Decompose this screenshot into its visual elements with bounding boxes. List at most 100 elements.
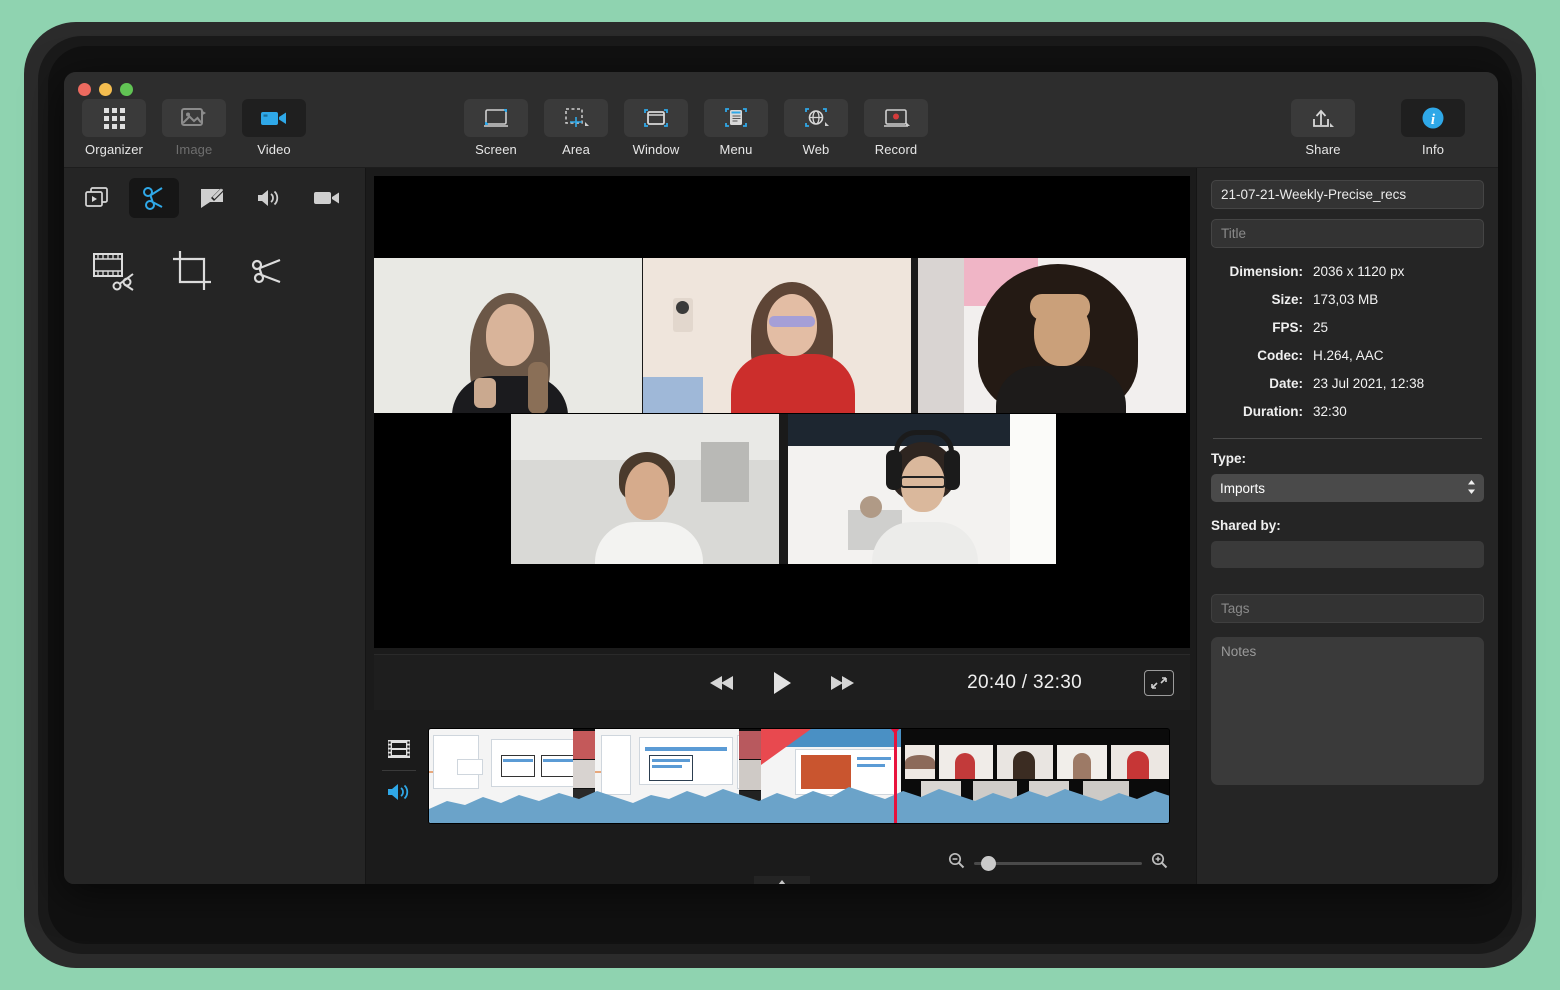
toolbar-label-web: Web xyxy=(802,142,830,157)
toolbar-item-record[interactable]: Record xyxy=(856,99,936,157)
zoom-slider[interactable] xyxy=(974,855,1142,871)
toolbar-label-screen: Screen xyxy=(475,142,517,157)
area-capture-icon xyxy=(544,99,608,137)
metadata-row: Date: 23 Jul 2021, 12:38 xyxy=(1211,370,1484,398)
metadata-value: 32:30 xyxy=(1313,404,1347,419)
crop-icon[interactable] xyxy=(154,242,230,300)
participant-tile-3 xyxy=(918,258,1186,413)
timeline-zoom-control xyxy=(948,852,1168,874)
window-controls xyxy=(78,83,133,96)
window-capture-icon xyxy=(624,99,688,137)
metadata-key: Dimension: xyxy=(1229,264,1303,279)
toolbar-label-share: Share xyxy=(1305,142,1341,157)
toolbar-item-organizer[interactable]: Organizer xyxy=(74,99,154,157)
participant-tile-4 xyxy=(511,414,779,564)
info-side-panel: 21-07-21-Weekly-Precise_recs Title Dimen… xyxy=(1196,168,1498,884)
toolbar-label-image: Image xyxy=(175,142,213,157)
metadata-key: Codec: xyxy=(1257,348,1303,363)
metadata-row: FPS: 25 xyxy=(1211,314,1484,342)
toolbar-item-screen[interactable]: Screen xyxy=(456,99,536,157)
trim-scissors-icon[interactable] xyxy=(230,242,306,300)
participant-tile-5 xyxy=(788,414,1056,564)
info-circle-icon: i xyxy=(1401,99,1465,137)
title-field[interactable]: Title xyxy=(1211,219,1484,248)
zoom-slider-knob[interactable] xyxy=(981,855,996,871)
center-column: 20:40 / 32:30 xyxy=(366,168,1196,884)
zoom-out-icon[interactable] xyxy=(948,852,965,874)
screen-capture-icon xyxy=(464,99,528,137)
timeline xyxy=(374,712,1190,884)
video-preview[interactable] xyxy=(374,176,1190,648)
metadata-row: Dimension: 2036 x 1120 px xyxy=(1211,258,1484,286)
camera-icon[interactable] xyxy=(302,178,351,218)
toolbar-label-record: Record xyxy=(874,142,918,157)
toolbar-item-area[interactable]: Area xyxy=(536,99,616,157)
rewind-button[interactable] xyxy=(705,668,739,698)
toolbar-label-area: Area xyxy=(562,142,590,157)
toolbar-left-group: Organizer Image Video xyxy=(74,99,314,157)
toolbar-item-image[interactable]: Image xyxy=(154,99,234,157)
annotation-icon[interactable] xyxy=(187,178,236,218)
tags-field[interactable]: Tags xyxy=(1211,594,1484,623)
mode-tool-row xyxy=(64,168,365,218)
toolbar-item-share[interactable]: Share xyxy=(1268,99,1378,157)
toolbar-item-menu[interactable]: Menu xyxy=(696,99,776,157)
app-body: 20:40 / 32:30 21-07-21-Weekly-Precise_re… xyxy=(64,168,1498,884)
metadata-value: 25 xyxy=(1313,320,1329,335)
speaker-icon[interactable] xyxy=(244,178,293,218)
split-filmstrip-icon[interactable] xyxy=(78,242,154,300)
audio-waveform xyxy=(429,787,1169,823)
image-icon xyxy=(162,99,226,137)
toolbar-label-window: Window xyxy=(632,142,680,157)
web-capture-icon xyxy=(784,99,848,137)
panel-divider xyxy=(1213,438,1482,439)
toolbar-right-group: Share i Info xyxy=(1268,99,1488,157)
screen: Organizer Image Video Screen Area Window… xyxy=(0,0,1560,990)
fast-forward-button[interactable] xyxy=(825,668,859,698)
metadata-value: 173,03 MB xyxy=(1313,292,1379,307)
playhead[interactable] xyxy=(880,729,909,823)
metadata-row: Size: 173,03 MB xyxy=(1211,286,1484,314)
speaker-wave-icon[interactable] xyxy=(378,771,420,813)
shared-by-label: Shared by: xyxy=(1211,518,1281,533)
metadata-value: 23 Jul 2021, 12:38 xyxy=(1313,376,1425,391)
type-label: Type: xyxy=(1211,451,1247,466)
toolbar-label-video: Video xyxy=(257,142,291,157)
toolbar-item-web[interactable]: Web xyxy=(776,99,856,157)
metadata-key: Duration: xyxy=(1243,404,1303,419)
playback-transport: 20:40 / 32:30 xyxy=(374,654,1190,710)
timeline-track[interactable] xyxy=(428,728,1170,824)
panel-expander[interactable] xyxy=(754,876,810,884)
shared-by-field[interactable] xyxy=(1211,541,1484,568)
toolbar-label-info: Info xyxy=(1421,142,1445,157)
toolbar-item-window[interactable]: Window xyxy=(616,99,696,157)
record-icon xyxy=(864,99,928,137)
filmstrip-icon[interactable] xyxy=(378,728,420,770)
frames-icon[interactable] xyxy=(72,178,121,218)
toolbar-item-info[interactable]: i Info xyxy=(1378,99,1488,157)
zoom-in-icon[interactable] xyxy=(1151,852,1168,874)
menu-capture-icon xyxy=(704,99,768,137)
preview-row-top xyxy=(374,258,1186,413)
play-button[interactable] xyxy=(765,668,799,698)
metadata-row: Codec: H.264, AAC xyxy=(1211,342,1484,370)
preview-row-bottom xyxy=(511,414,1056,564)
type-select-value: Imports xyxy=(1220,480,1266,496)
scissors-icon[interactable] xyxy=(129,178,179,218)
zoom-button[interactable] xyxy=(120,83,133,96)
edit-tool-row xyxy=(64,218,365,300)
metadata-key: FPS: xyxy=(1272,320,1303,335)
expand-arrows-icon[interactable] xyxy=(1144,669,1174,696)
metadata-key: Size: xyxy=(1271,292,1303,307)
close-button[interactable] xyxy=(78,83,91,96)
notes-field[interactable]: Notes xyxy=(1211,637,1484,785)
grid-icon xyxy=(82,99,146,137)
toolbar-capture-group: Screen Area Window Menu Web Record xyxy=(456,99,936,157)
toolbar-item-video[interactable]: Video xyxy=(234,99,314,157)
minimize-button[interactable] xyxy=(99,83,112,96)
metadata-key: Date: xyxy=(1269,376,1303,391)
left-tool-panel xyxy=(64,168,366,884)
filename-field[interactable]: 21-07-21-Weekly-Precise_recs xyxy=(1211,180,1484,209)
transport-controls xyxy=(705,668,859,698)
type-select[interactable]: Imports xyxy=(1211,474,1484,502)
